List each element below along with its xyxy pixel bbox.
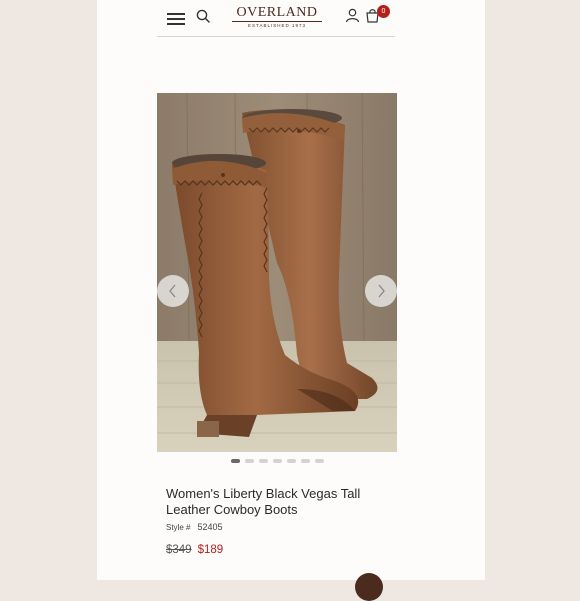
chat-button[interactable] <box>355 573 383 601</box>
carousel-prev-button[interactable] <box>157 275 189 307</box>
carousel-dot[interactable] <box>273 459 282 463</box>
menu-icon[interactable] <box>167 13 185 25</box>
chevron-left-icon <box>169 284 176 298</box>
original-price: $349 <box>166 544 192 556</box>
carousel-dot[interactable] <box>231 459 240 463</box>
carousel-dot[interactable] <box>315 459 324 463</box>
price-row: $349 $189 <box>166 544 223 556</box>
account-icon[interactable] <box>345 8 360 23</box>
carousel-dot[interactable] <box>245 459 254 463</box>
style-number: 52405 <box>197 522 223 532</box>
carousel-dot[interactable] <box>287 459 296 463</box>
carousel-next-button[interactable] <box>365 275 397 307</box>
style-label: Style # <box>166 523 191 532</box>
product-page: OVERLAND ESTABLISHED 1973 0 Women's Libe… <box>97 0 485 601</box>
header-divider <box>157 36 395 37</box>
logo-subtitle: ESTABLISHED 1973 <box>248 23 306 28</box>
product-image[interactable] <box>157 93 397 452</box>
style-row: Style # 52405 <box>166 522 223 532</box>
carousel-dot[interactable] <box>301 459 310 463</box>
carousel-dots <box>231 459 324 464</box>
chevron-right-icon <box>378 284 385 298</box>
search-icon[interactable] <box>196 9 210 23</box>
carousel-dot[interactable] <box>259 459 268 463</box>
overland-logo[interactable]: OVERLAND ESTABLISHED 1973 <box>232 6 322 29</box>
product-title: Women's Liberty Black Vegas Tall Leather… <box>166 486 361 517</box>
cart-count-badge[interactable]: 0 <box>377 5 390 18</box>
logo-text: OVERLAND <box>232 6 322 22</box>
sale-price: $189 <box>197 544 224 556</box>
